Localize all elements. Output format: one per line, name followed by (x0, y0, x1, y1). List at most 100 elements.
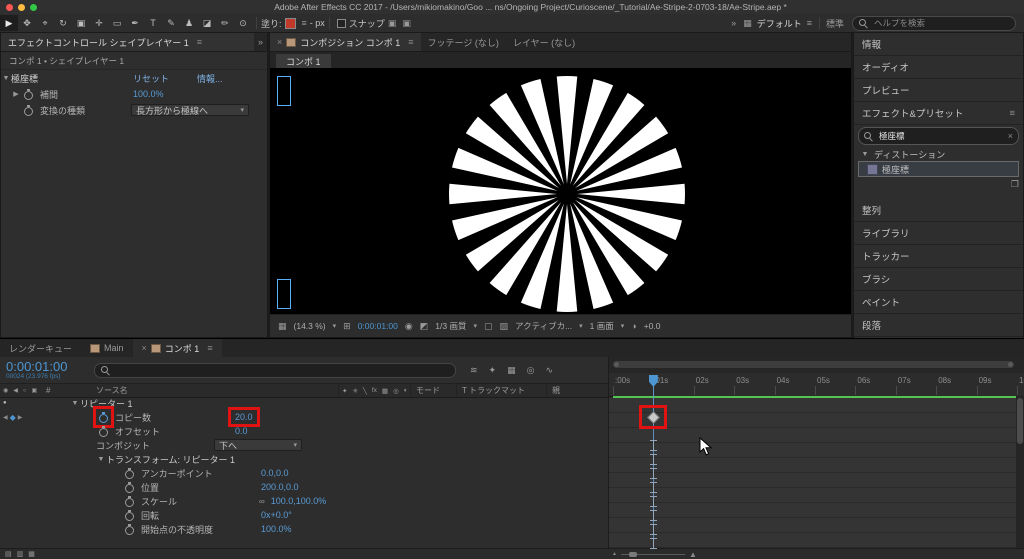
close-icon[interactable]: × (277, 37, 282, 47)
timeline-tab-render-queue[interactable]: レンダーキュー (0, 339, 81, 357)
viewer-timecode[interactable]: 0:00:01:00 (358, 321, 398, 331)
stopwatch-icon[interactable] (124, 495, 135, 507)
layer-handle[interactable] (277, 76, 291, 106)
tab-effect-controls[interactable]: エフェクトコントロール シェイプレイヤー 1 ≡ (1, 33, 254, 51)
motion-blur-column-icon[interactable]: ◎ (393, 387, 399, 395)
grid-guides-icon[interactable]: ▦ (278, 321, 287, 332)
scrollbar-thumb[interactable] (1017, 398, 1023, 444)
shy-master-icon[interactable]: ✦ (489, 365, 497, 376)
close-window-button[interactable] (6, 3, 13, 11)
snap-option-icon[interactable]: ▣ (402, 18, 411, 29)
toolbar-overflow-icon[interactable]: » (731, 18, 736, 28)
snap-checkbox[interactable] (336, 18, 346, 28)
panel-header-info[interactable]: 情報 (854, 33, 1023, 56)
stroke-width-value[interactable]: - px (310, 18, 325, 28)
selection-tool-icon[interactable]: ▶ (0, 15, 18, 31)
tab-overflow-icon[interactable]: » (258, 37, 263, 47)
keyframe-indicator-icon[interactable]: ◆ (10, 413, 16, 422)
zoom-out-mountain-icon[interactable]: ▲ (612, 551, 617, 557)
timeline-row-copies[interactable]: ◀ ◆ ▶ コピー数 20.0 (0, 406, 608, 428)
panel-header-preview[interactable]: プレビュー (854, 79, 1023, 102)
camera-popup-value[interactable]: アクティブカ... (515, 320, 572, 332)
next-keyframe-icon[interactable]: ▶ (18, 414, 23, 421)
stopwatch-icon[interactable] (93, 406, 114, 428)
effects-item-polar-coordinates[interactable]: 極座標 (858, 161, 1019, 177)
snapshot-icon[interactable]: ◉ (405, 321, 413, 332)
fill-color-swatch[interactable] (284, 17, 296, 29)
param-value[interactable]: 100.0% (133, 89, 164, 99)
pen-tool-icon[interactable]: ✒ (126, 15, 144, 31)
property-value[interactable]: 100.0% (259, 524, 294, 534)
timeline-tab-main[interactable]: Main (81, 339, 133, 357)
roto-brush-tool-icon[interactable]: ✏ (216, 15, 234, 31)
pixel-aspect-icon[interactable]: ⊞ (343, 321, 351, 332)
timeline-row-transform-group[interactable]: ▼ トランスフォーム: リピーター 1 (0, 452, 608, 466)
eye-column-icon[interactable]: ◉ (3, 387, 8, 394)
timeline-row-scale[interactable]: スケール ∞ 100.0,100.0% (0, 494, 608, 508)
effects-column-icon[interactable]: fx (372, 387, 377, 394)
stopwatch-icon[interactable] (23, 104, 34, 116)
workspace-default[interactable]: デフォルト (757, 17, 802, 30)
tab-footage[interactable]: フッテージ (なし) (421, 33, 506, 51)
minimize-window-button[interactable] (18, 3, 25, 11)
panel-header-brushes[interactable]: ブラシ (854, 268, 1023, 291)
composite-dropdown[interactable]: 下へ ▾ (214, 439, 302, 451)
timeline-tab-comp-1[interactable]: × コンポ 1 ≡ (132, 339, 222, 357)
panel-header-libraries[interactable]: ライブラリ (854, 222, 1023, 245)
expand-inout-icon[interactable]: ▦ (28, 550, 35, 558)
lock-column-icon[interactable]: ▣ (32, 387, 38, 394)
stopwatch-icon[interactable] (124, 509, 135, 521)
prev-keyframe-icon[interactable]: ◀ (3, 414, 8, 421)
current-time-block[interactable]: 0:00:01:00 00024 (23.976 fps) (0, 360, 94, 380)
timeline-lane[interactable] (609, 413, 1016, 428)
time-navigator[interactable] (609, 357, 1024, 374)
effects-search-input[interactable] (877, 130, 1004, 142)
motion-blur-master-icon[interactable]: ◎ (527, 365, 535, 376)
shape-tool-icon[interactable]: ▭ (108, 15, 126, 31)
panel-menu-icon[interactable]: ≡ (1009, 108, 1015, 119)
timeline-lane[interactable] (609, 473, 1016, 488)
expand-layer-switches-icon[interactable]: ▤ (5, 550, 12, 558)
timeline-vertical-scrollbar[interactable] (1016, 396, 1024, 549)
resolution-value[interactable]: 1/3 画質 (435, 320, 466, 332)
exposure-icon[interactable]: ◑ (631, 321, 636, 331)
tab-composition[interactable]: × コンポジション コンポ 1 ≡ (270, 33, 421, 51)
property-value[interactable]: 20.0 (228, 407, 260, 427)
frame-blend-master-icon[interactable]: ▦ (507, 365, 516, 376)
clear-search-icon[interactable]: × (1008, 131, 1013, 141)
twirl-icon[interactable]: ▼ (70, 400, 80, 407)
snap-option-icon[interactable]: ▣ (388, 18, 397, 29)
close-icon[interactable]: × (142, 343, 147, 353)
twirl-icon[interactable]: ▶ (11, 90, 21, 98)
layer-handle[interactable] (277, 279, 291, 309)
workspace-standard[interactable]: 標準 (826, 17, 844, 30)
zoom-in-mountain-icon[interactable]: ▲ (689, 550, 697, 559)
navigator-bar[interactable] (613, 361, 1014, 368)
exposure-value[interactable]: +0.0 (644, 321, 661, 331)
twirl-icon[interactable]: ▼ (1, 75, 11, 82)
time-ruler[interactable]: :00s01s02s03s04s05s06s07s08s09s10s (609, 373, 1024, 397)
panel-header-align[interactable]: 整列 (854, 199, 1023, 222)
panel-menu-icon[interactable]: ≡ (197, 37, 202, 47)
graph-editor-icon[interactable]: ∿ (545, 365, 553, 376)
stopwatch-icon[interactable] (124, 481, 135, 493)
panel-header-tracker[interactable]: トラッカー (854, 245, 1023, 268)
timeline-row-offset[interactable]: オフセット 0.0 (0, 424, 608, 438)
timeline-search-input[interactable] (114, 364, 449, 376)
comp-flowchart-icon[interactable]: ≋ (470, 365, 478, 376)
timeline-lane[interactable] (609, 488, 1016, 503)
effect-name[interactable]: 極座標 (11, 72, 38, 85)
audio-column-icon[interactable]: ◀ (13, 387, 18, 394)
conversion-type-dropdown[interactable]: 長方形から極線へ ▾ (131, 104, 249, 116)
timeline-row-rotation[interactable]: 回転 0x+0.0° (0, 508, 608, 522)
timeline-lane[interactable] (609, 428, 1016, 443)
track-camera-tool-icon[interactable]: ▣ (72, 15, 90, 31)
effect-header-row[interactable]: ▼ 極座標 リセット 情報... (1, 70, 267, 86)
shy-column-icon[interactable]: ✦ (342, 387, 347, 395)
constrain-link-icon[interactable]: ∞ (259, 497, 265, 506)
panel-menu-icon[interactable]: ≡ (207, 343, 212, 353)
timeline-lane[interactable] (609, 533, 1016, 548)
adjustment-column-icon[interactable]: ◐ (404, 387, 408, 394)
param-row-conversion[interactable]: 変換の種類 長方形から極線へ ▾ (1, 102, 267, 118)
reset-button[interactable]: リセット (133, 72, 169, 85)
